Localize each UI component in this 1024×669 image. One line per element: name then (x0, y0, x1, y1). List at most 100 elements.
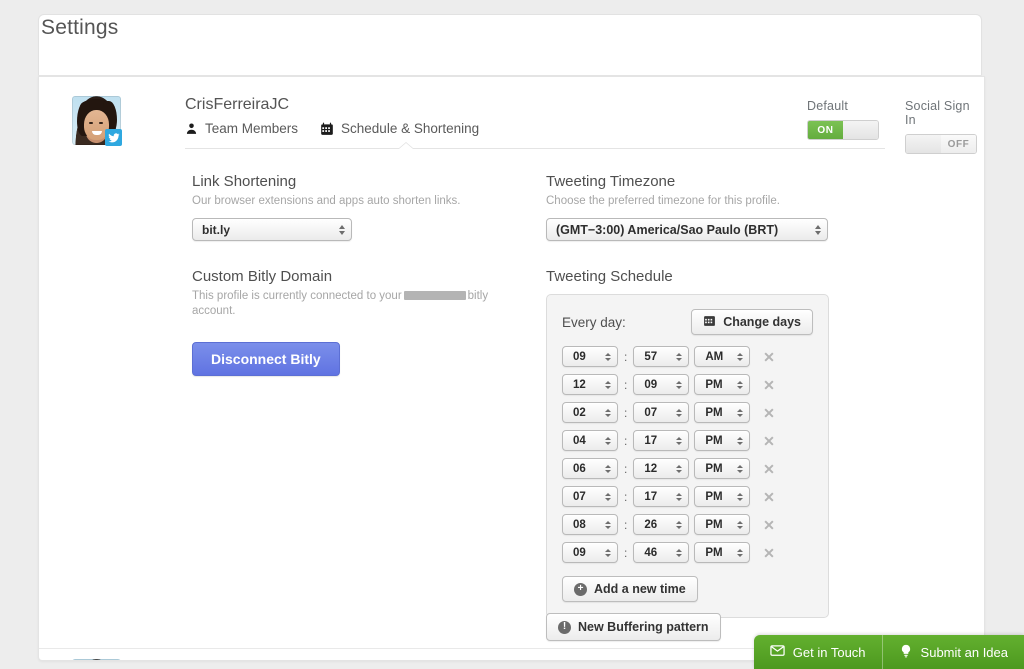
close-x-icon[interactable] (761, 349, 777, 365)
time-meridiem-select[interactable]: AM (694, 346, 751, 367)
circle-info-icon: ! (558, 620, 571, 634)
time-meridiem-value: PM (705, 434, 723, 447)
avatar[interactable] (72, 96, 122, 146)
stepper-arrows-icon (676, 520, 683, 529)
social-signin-toggle[interactable]: OFF (905, 134, 977, 154)
time-minute-select[interactable]: 57 (633, 346, 690, 367)
new-buffering-pattern-wrap: ! New Buffering pattern (546, 613, 721, 641)
tab-team-members-label: Team Members (205, 121, 299, 136)
time-hour-select[interactable]: 06 (562, 458, 618, 479)
stepper-arrows-icon (676, 464, 683, 473)
close-x-icon[interactable] (761, 517, 777, 533)
twitter-icon (105, 129, 122, 146)
person-icon (185, 122, 198, 135)
stepper-arrows-icon (676, 352, 683, 361)
time-meridiem-select[interactable]: PM (694, 486, 751, 507)
time-hour-select[interactable]: 12 (562, 374, 618, 395)
disconnect-bitly-button[interactable]: Disconnect Bitly (192, 342, 340, 376)
stepper-arrows-icon (737, 464, 744, 473)
change-days-label: Change days (723, 315, 801, 329)
stepper-arrows-icon (339, 224, 345, 235)
schedule-time-row: 09: 57 AM (562, 346, 813, 367)
settings-page: Settings CrisFerreiraJC Team Members Sch… (0, 0, 1024, 669)
close-x-icon[interactable] (761, 461, 777, 477)
active-tab-indicator (399, 143, 413, 149)
link-shortening-description: Our browser extensions and apps auto sho… (192, 195, 461, 207)
time-hour-select[interactable]: 02 (562, 402, 618, 423)
time-minute-select[interactable]: 17 (633, 486, 690, 507)
add-new-time-label: Add a new time (594, 582, 686, 596)
schedule-time-row: 08: 26 PM (562, 514, 813, 535)
calendar-icon (703, 314, 716, 330)
time-minute-select[interactable]: 12 (633, 458, 690, 479)
time-meridiem-select[interactable]: PM (694, 542, 751, 563)
schedule-time-list: 09: 57 AM 12: 09 PM 02: 07 PM 04: 17 PM 06: 12 PM 07: 17… (562, 346, 813, 563)
default-toggle-group: Default ON (807, 99, 879, 140)
lightbulb-icon (899, 643, 913, 662)
time-hour-select[interactable]: 09 (562, 542, 618, 563)
time-meridiem-value: PM (705, 378, 723, 391)
default-toggle[interactable]: ON (807, 120, 879, 140)
time-meridiem-select[interactable]: PM (694, 458, 751, 479)
timezone-description: Choose the preferred timezone for this p… (546, 195, 780, 207)
time-minute-select[interactable]: 07 (633, 402, 690, 423)
change-days-button[interactable]: Change days (691, 309, 813, 335)
profile-name: CrisFerreiraJC (185, 96, 289, 113)
schedule-time-row: 07: 17 PM (562, 486, 813, 507)
add-new-time-button[interactable]: + Add a new time (562, 576, 698, 602)
submit-an-idea-button[interactable]: Submit an Idea (881, 635, 1024, 669)
schedule-time-row: 06: 12 PM (562, 458, 813, 479)
new-buffering-pattern-button[interactable]: ! New Buffering pattern (546, 613, 721, 641)
time-hour-select[interactable]: 07 (562, 486, 618, 507)
default-toggle-on-text: ON (808, 121, 843, 139)
time-hour-select[interactable]: 04 (562, 430, 618, 451)
stepper-arrows-icon (737, 548, 744, 557)
time-minute-select[interactable]: 46 (633, 542, 690, 563)
time-colon: : (624, 433, 628, 448)
time-minute-select[interactable]: 09 (633, 374, 690, 395)
time-minute-value: 09 (644, 378, 658, 391)
left-column: Link Shortening Our browser extensions a… (192, 173, 522, 376)
close-x-icon[interactable] (761, 545, 777, 561)
close-x-icon[interactable] (761, 377, 777, 393)
schedule-time-row: 12: 09 PM (562, 374, 813, 395)
stepper-arrows-icon (676, 380, 683, 389)
time-meridiem-select[interactable]: PM (694, 514, 751, 535)
time-minute-value: 26 (644, 518, 658, 531)
tab-divider (185, 148, 885, 149)
link-shortening-select[interactable]: bit.ly (192, 218, 352, 241)
avatar-image (72, 659, 121, 660)
time-minute-select[interactable]: 26 (633, 514, 690, 535)
tab-schedule-shortening[interactable]: Schedule & Shortening (320, 121, 479, 136)
time-minute-select[interactable]: 17 (633, 430, 690, 451)
second-profile-row[interactable]: CrisFerreira (72, 659, 121, 660)
time-colon: : (624, 517, 628, 532)
submit-an-idea-label: Submit an Idea (920, 644, 1008, 660)
page-title: Settings (41, 16, 119, 39)
settings-body-card: CrisFerreiraJC Team Members Schedule & S… (38, 76, 985, 661)
close-x-icon[interactable] (761, 433, 777, 449)
stepper-arrows-icon (676, 408, 683, 417)
timezone-select[interactable]: (GMT−3:00) America/Sao Paulo (BRT) (546, 218, 828, 241)
time-colon: : (624, 545, 628, 560)
social-signin-toggle-knob (906, 135, 941, 153)
stepper-arrows-icon (676, 436, 683, 445)
time-meridiem-select[interactable]: PM (694, 402, 751, 423)
default-toggle-label: Default (807, 99, 849, 113)
stepper-arrows-icon (676, 492, 683, 501)
stepper-arrows-icon (815, 224, 821, 235)
time-minute-value: 12 (644, 462, 658, 475)
time-hour-select[interactable]: 09 (562, 346, 618, 367)
time-meridiem-select[interactable]: PM (694, 430, 751, 451)
schedule-time-row: 02: 07 PM (562, 402, 813, 423)
stepper-arrows-icon (737, 436, 744, 445)
time-hour-select[interactable]: 08 (562, 514, 618, 535)
time-colon: : (624, 405, 628, 420)
get-in-touch-button[interactable]: Get in Touch (754, 635, 882, 669)
time-meridiem-select[interactable]: PM (694, 374, 751, 395)
close-x-icon[interactable] (761, 489, 777, 505)
stepper-arrows-icon (605, 520, 611, 529)
close-x-icon[interactable] (761, 405, 777, 421)
tab-schedule-shortening-label: Schedule & Shortening (341, 121, 480, 136)
tab-team-members[interactable]: Team Members (185, 121, 298, 136)
